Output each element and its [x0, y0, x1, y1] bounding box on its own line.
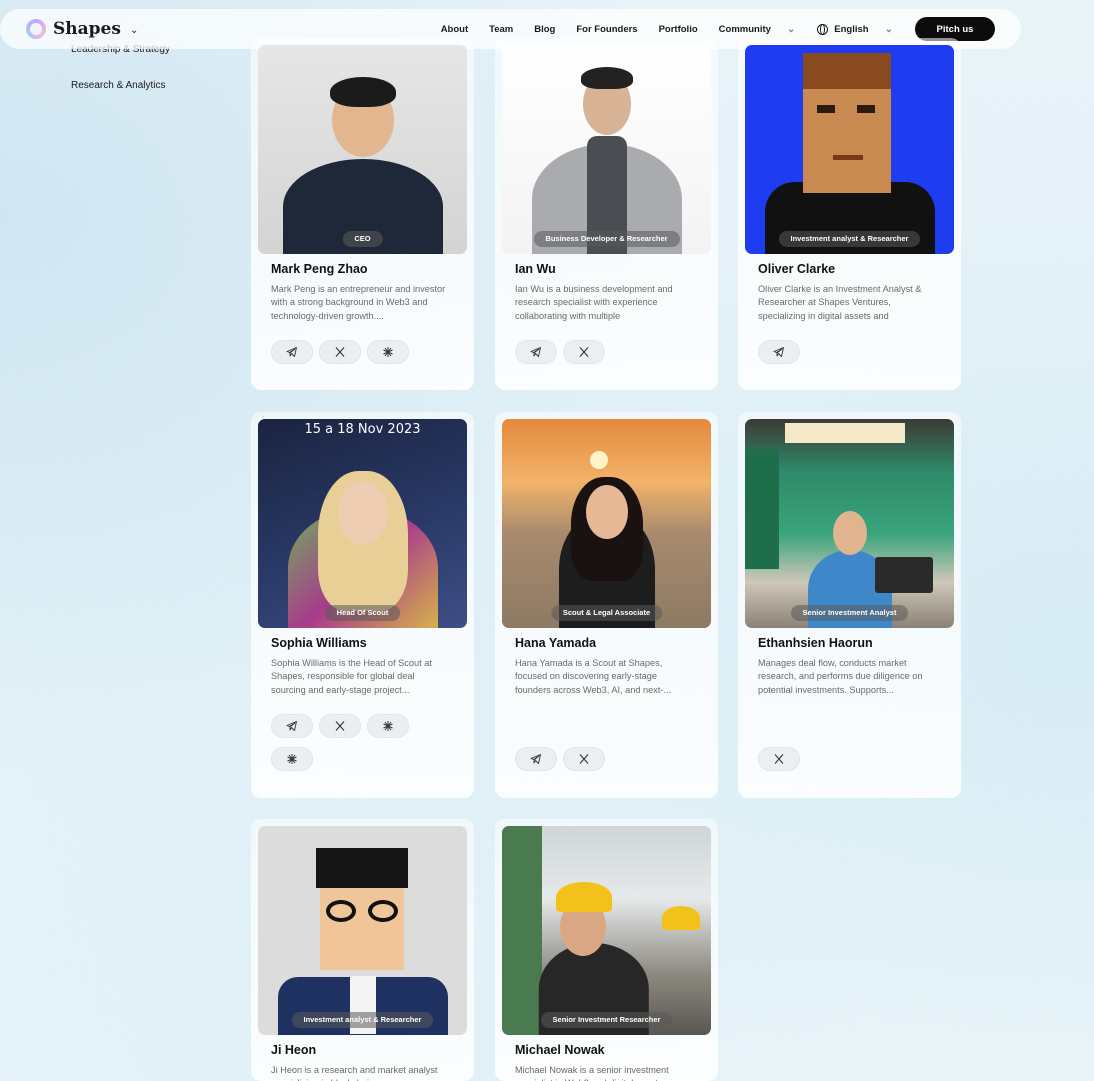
brand-menu[interactable]: Shapes ⌄: [26, 19, 138, 39]
linktree-button[interactable]: [367, 714, 409, 738]
x-icon: [579, 347, 589, 357]
member-bio: Sophia Williams is the Head of Scout at …: [271, 658, 432, 695]
role-badge: Senior Investment Researcher: [540, 1012, 673, 1028]
member-bio: Oliver Clarke is an Investment Analyst &…: [758, 284, 922, 321]
member-photo[interactable]: Investment analyst & Researcher: [745, 45, 954, 254]
member-photo[interactable]: Senior Investment Researcher: [502, 826, 711, 1035]
telegram-icon: [530, 754, 541, 764]
nav-about[interactable]: About: [441, 24, 468, 35]
telegram-icon: [286, 347, 297, 357]
member-name: Mark Peng Zhao: [271, 262, 368, 276]
member-photo[interactable]: CEO: [258, 45, 467, 254]
x-icon: [579, 754, 589, 764]
member-photo[interactable]: Business Developer & Researcher: [502, 45, 711, 254]
team-member-card: Senior Investment Analyst Ethanhsien Hao…: [738, 412, 961, 798]
member-photo[interactable]: 15 a 18 Nov 2023 Head Of Scout: [258, 419, 467, 628]
team-member-card: 15 a 18 Nov 2023 Head Of Scout Sophia Wi…: [251, 412, 474, 798]
member-bio: Ian Wu is a business development and res…: [515, 284, 673, 321]
linktree-icon: [287, 754, 297, 764]
x-button[interactable]: [319, 340, 361, 364]
language-label: English: [834, 23, 869, 35]
member-photo[interactable]: Investment analyst & Researcher: [258, 826, 467, 1035]
team-member-card: Business Developer & Researcher Ian Wu I…: [495, 38, 718, 390]
nav-portfolio[interactable]: Portfolio: [659, 24, 698, 35]
linktree-button[interactable]: [367, 340, 409, 364]
telegram-button[interactable]: [271, 340, 313, 364]
role-badge: Head Of Scout: [324, 605, 401, 621]
member-photo[interactable]: Scout & Legal Associate: [502, 419, 711, 628]
role-badge: Senior Investment Analyst: [790, 605, 909, 621]
x-icon: [774, 754, 784, 764]
member-name: Ethanhsien Haorun: [758, 636, 873, 650]
team-member-card: Senior Investment Researcher Michael Now…: [495, 819, 718, 1081]
member-bio: Manages deal flow, conducts market resea…: [758, 658, 923, 695]
language-selector[interactable]: English ⌄: [817, 23, 893, 35]
telegram-icon: [773, 347, 784, 357]
member-bio: Mark Peng is an entrepreneur and investo…: [271, 284, 446, 321]
social-links: [271, 340, 409, 364]
role-badge: CEO: [342, 231, 383, 247]
brand-name: Shapes: [53, 19, 121, 39]
team-member-card: Investment analyst & Researcher Oliver C…: [738, 38, 961, 390]
role-badge: Business Developer & Researcher: [533, 231, 680, 247]
nav-founders[interactable]: For Founders: [576, 24, 637, 35]
x-button[interactable]: [319, 714, 361, 738]
member-name: Ian Wu: [515, 262, 556, 276]
social-links: [515, 747, 605, 771]
x-button[interactable]: [758, 747, 800, 771]
social-links: [271, 714, 409, 738]
role-badge: Investment analyst & Researcher: [291, 1012, 434, 1028]
linktree-button[interactable]: [271, 747, 313, 771]
social-links: [758, 340, 800, 364]
nav-team[interactable]: Team: [489, 24, 513, 35]
nav-community-dropdown[interactable]: Community ⌄: [719, 24, 796, 35]
team-member-card: Scout & Legal Associate Hana Yamada Hana…: [495, 412, 718, 798]
member-name: Michael Nowak: [515, 1043, 605, 1057]
social-links: [271, 747, 313, 771]
member-photo[interactable]: Senior Investment Analyst: [745, 419, 954, 628]
telegram-icon: [530, 347, 541, 357]
x-button[interactable]: [563, 340, 605, 364]
member-name: Sophia Williams: [271, 636, 367, 650]
linktree-icon: [383, 721, 393, 731]
chevron-down-icon: ⌄: [786, 23, 796, 35]
x-button[interactable]: [563, 747, 605, 771]
linktree-icon: [383, 347, 393, 357]
telegram-button[interactable]: [271, 714, 313, 738]
x-icon: [335, 347, 345, 357]
member-bio: Hana Yamada is a Scout at Shapes, focuse…: [515, 658, 672, 695]
role-badge: Investment analyst & Researcher: [778, 231, 921, 247]
member-name: Oliver Clarke: [758, 262, 836, 276]
social-links: [515, 340, 605, 364]
team-member-card: Investment analyst & Researcher Ji Heon …: [251, 819, 474, 1081]
member-bio: Ji Heon is a research and market analyst…: [271, 1065, 438, 1081]
member-bio: Michael Nowak is a senior investment spe…: [515, 1065, 669, 1081]
telegram-button[interactable]: [515, 747, 557, 771]
member-name: Ji Heon: [271, 1043, 317, 1057]
telegram-button[interactable]: [758, 340, 800, 364]
shapes-logo-icon: [26, 19, 46, 39]
social-links: [758, 747, 800, 771]
telegram-icon: [286, 721, 297, 731]
role-badge: Scout & Legal Associate: [550, 605, 663, 621]
globe-icon: [817, 23, 829, 35]
chevron-down-icon: ⌄: [884, 23, 893, 35]
telegram-button[interactable]: [515, 340, 557, 364]
photo-caption-text: 15 a 18 Nov 2023: [304, 422, 421, 437]
x-icon: [335, 721, 345, 731]
member-name: Hana Yamada: [515, 636, 597, 650]
chevron-down-icon: ⌄: [129, 25, 139, 36]
team-member-card: CEO Mark Peng Zhao Mark Peng is an entre…: [251, 38, 474, 390]
nav-blog[interactable]: Blog: [534, 24, 555, 35]
nav-community-label: Community: [718, 23, 771, 35]
side-link-research[interactable]: Research & Analytics: [59, 74, 228, 97]
